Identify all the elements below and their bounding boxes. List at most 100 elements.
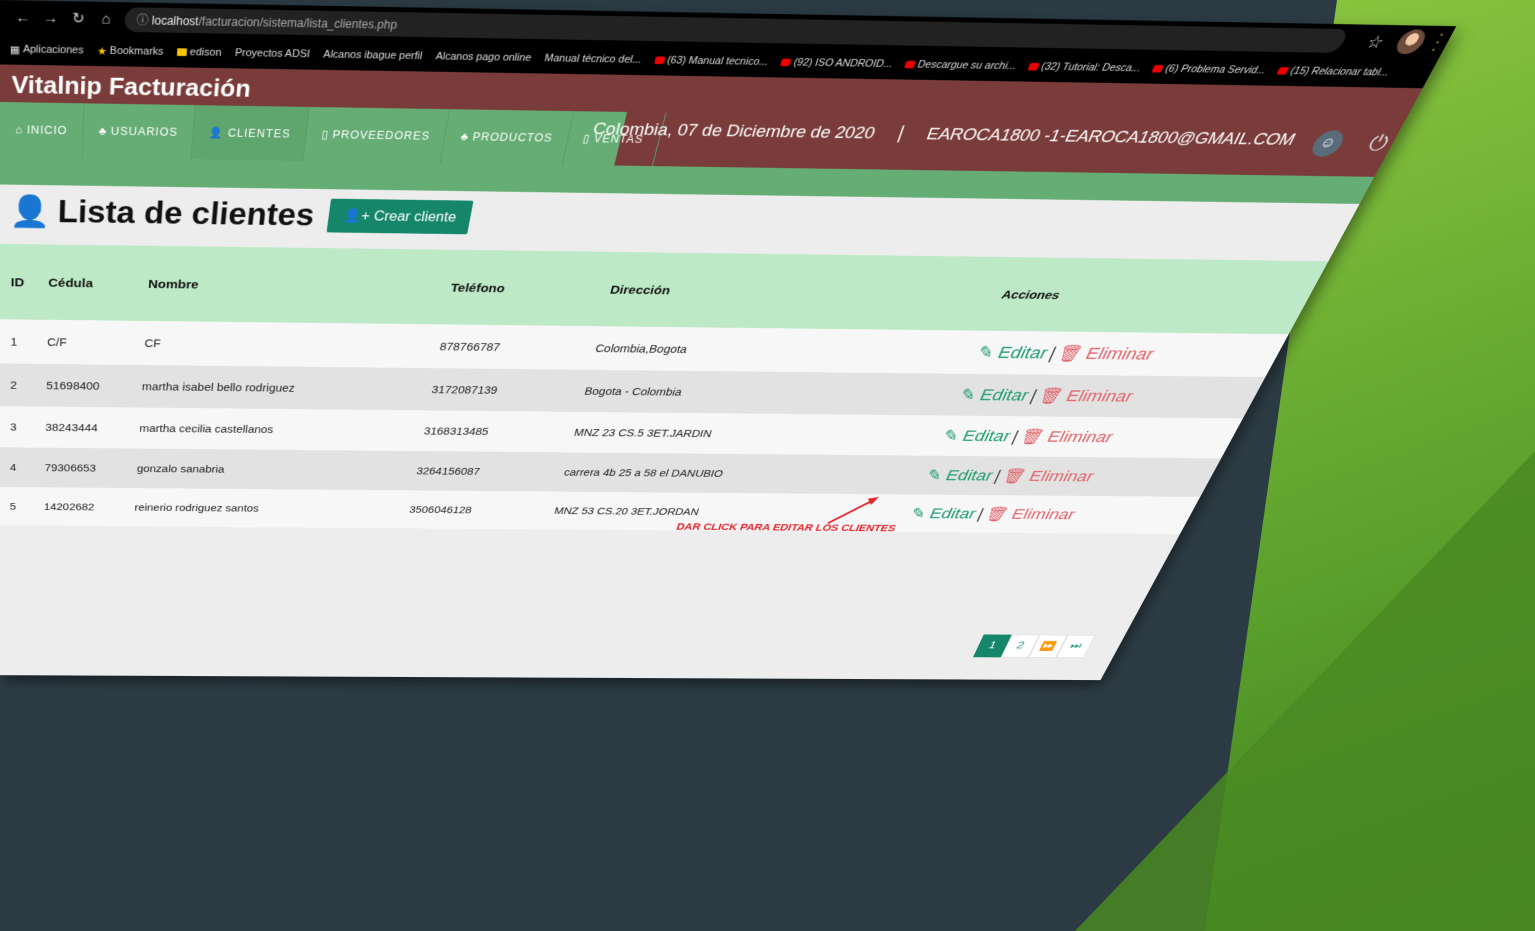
cell-direccion: carrera 4b 25 a 58 el DANUBIO: [558, 452, 935, 495]
edit-link[interactable]: ✎ Editar: [940, 427, 1014, 445]
bookmark-item[interactable]: ▦ Aplicaciones: [10, 43, 84, 57]
cell-id: 2: [0, 363, 46, 407]
building-icon: ▯: [320, 128, 330, 141]
column-header-nombre: Nombre: [145, 245, 458, 325]
bookmark-item[interactable]: (32) Tutorial: Desca...: [1027, 61, 1143, 74]
cubes-icon: ♣: [459, 130, 471, 143]
menu-item-clientes[interactable]: 👤 Clientes: [191, 105, 310, 161]
page-title: 👤 Lista de clientes: [9, 193, 317, 233]
cell-id: 1: [0, 319, 47, 365]
cell-direccion: Colombia,Bogota: [589, 326, 987, 374]
back-arrow-icon[interactable]: ←: [14, 9, 32, 26]
delete-link[interactable]: 🗑 Eliminar: [982, 506, 1078, 523]
delete-link[interactable]: 🗑 Eliminar: [1035, 386, 1137, 405]
bookmark-item[interactable]: Descargue su archi...: [904, 59, 1018, 72]
cell-id: 3: [0, 406, 45, 448]
cell-acciones: ✎ Editar | 🗑 Eliminar: [918, 455, 1222, 497]
brand-title[interactable]: Vitalnip Facturación: [12, 70, 252, 103]
column-header-direccion: Dirección: [600, 251, 1017, 331]
edit-link[interactable]: ✎ Editar: [924, 467, 996, 484]
trash-icon: 🗑: [982, 505, 1012, 522]
home-icon: ⌂: [15, 123, 24, 137]
bookmark-item[interactable]: Proyectos ADSI: [235, 47, 311, 60]
delete-link[interactable]: 🗑 Eliminar: [1054, 344, 1158, 364]
header-separator: |: [895, 123, 907, 144]
apps-icon: ▦: [9, 43, 21, 56]
cell-nombre: CF: [142, 320, 444, 369]
cell-acciones: ✎ Editar | 🗑 Eliminar: [934, 415, 1243, 459]
column-header-acciones: Acciones: [986, 257, 1329, 335]
delete-link[interactable]: 🗑 Eliminar: [1017, 428, 1117, 446]
star-icon: ★: [96, 45, 108, 58]
bookmark-item[interactable]: (63) Manual tecnico...: [653, 55, 770, 68]
menu-item-productos[interactable]: ♣ Productos: [441, 109, 575, 165]
cell-cedula: 51698400: [44, 364, 143, 408]
cell-direccion: MNZ 23 CS.5 3ET.JARDIN: [568, 411, 952, 456]
column-header-telefono: Teléfono: [443, 249, 620, 327]
annotation-text: DAR CLICK PARA EDITAR LOS CLIENTES: [675, 521, 898, 534]
cell-acciones: ✎ Editar | 🗑 Eliminar: [951, 373, 1266, 419]
bookmark-item[interactable]: (6) Problema Servid...: [1151, 63, 1268, 76]
cell-telefono: 3506046128: [405, 490, 559, 530]
cell-cedula: 79306653: [43, 447, 138, 489]
cell-id: 5: [0, 486, 44, 526]
user-icon: 👤: [9, 193, 51, 229]
youtube-icon: [653, 56, 666, 65]
cell-acciones: ✎ Editar | 🗑 Eliminar: [902, 494, 1201, 535]
home-browser-icon[interactable]: ⌂: [97, 10, 115, 27]
bookmark-item[interactable]: Alcanos ibague perfil: [323, 49, 423, 62]
title-row: 👤 Lista de clientes 👤+ Crear cliente: [9, 193, 474, 235]
pagination: 1 2 ⏩ ⏭: [972, 634, 1096, 658]
menu-item-inicio[interactable]: ⌂ Inicio: [0, 101, 85, 158]
youtube-icon: [904, 60, 917, 69]
folder-icon: [176, 48, 188, 57]
cell-nombre: martha isabel bello rodriguez: [139, 365, 435, 411]
edit-link[interactable]: ✎ Editar: [957, 386, 1032, 405]
menu-item-proveedores[interactable]: ▯ Proveedores: [303, 106, 451, 163]
cell-id: 4: [0, 447, 45, 488]
browser-window: ← → ↻ ⌂ ⓘ localhost/facturacion/sistema/…: [0, 0, 1457, 681]
column-header-id: ID: [0, 243, 49, 320]
user-avatar-icon[interactable]: ☺: [1307, 130, 1349, 158]
bookmark-item[interactable]: Alcanos pago online: [435, 51, 532, 64]
youtube-icon: [780, 58, 792, 67]
cell-telefono: 3172087139: [427, 368, 590, 412]
cell-nombre: martha cecilia castellanos: [137, 407, 428, 452]
column-header-cedula: Cédula: [46, 244, 150, 321]
youtube-icon: [1027, 62, 1041, 71]
info-icon: ⓘ: [136, 12, 153, 27]
cell-nombre: reinerio rodriguez santos: [132, 488, 413, 529]
user-icon: 👤: [208, 126, 225, 140]
menu-item-usuarios[interactable]: ♣ Usuarios: [82, 103, 196, 160]
cell-telefono: 3264156087: [412, 451, 569, 492]
youtube-icon: [1276, 67, 1290, 75]
header-user: EAROCA1800 -1-EAROCA1800@GMAIL.COM: [923, 124, 1299, 149]
trash-icon: 🗑: [1054, 343, 1087, 363]
cell-acciones: ✎ Editar | 🗑 Eliminar: [968, 330, 1289, 378]
reload-icon[interactable]: ↻: [69, 9, 87, 27]
youtube-icon: [1151, 64, 1165, 73]
bookmark-item[interactable]: (15) Relacionar tabl...: [1276, 65, 1391, 78]
cell-nombre: gonzalo sanabria: [134, 448, 420, 491]
delete-link[interactable]: 🗑 Eliminar: [999, 467, 1097, 484]
cell-telefono: 878766787: [434, 324, 601, 370]
forward-arrow-icon[interactable]: →: [42, 9, 60, 26]
bookmark-item[interactable]: Manual técnico del...: [543, 53, 642, 66]
header-date: Colombia, 07 de Diciembre de 2020: [591, 119, 878, 143]
trash-icon: 🗑: [1017, 427, 1048, 446]
cell-cedula: 14202682: [42, 487, 135, 527]
create-client-button[interactable]: 👤+ Crear cliente: [326, 198, 474, 235]
main-menu: ⌂ Inicio ♣ Usuarios 👤 Clientes ▯ Proveedores…: [0, 101, 667, 167]
bookmark-item[interactable]: (92) ISO ANDROID...: [780, 57, 894, 70]
cell-cedula: C/F: [45, 319, 146, 366]
cell-telefono: 3168313485: [419, 410, 579, 453]
bookmark-item[interactable]: edison: [176, 46, 222, 59]
edit-link[interactable]: ✎ Editar: [908, 505, 979, 522]
header-info: Colombia, 07 de Diciembre de 2020 | EARO…: [591, 119, 1299, 150]
user-plus-icon: 👤+: [342, 209, 371, 224]
trash-icon: 🗑: [999, 467, 1030, 485]
cell-cedula: 38243444: [44, 406, 140, 449]
edit-link[interactable]: ✎ Editar: [974, 343, 1051, 362]
bookmark-item[interactable]: ★ Bookmarks: [97, 44, 164, 58]
clients-table: ID Cédula Nombre Teléfono Dirección Acci…: [0, 243, 1329, 535]
